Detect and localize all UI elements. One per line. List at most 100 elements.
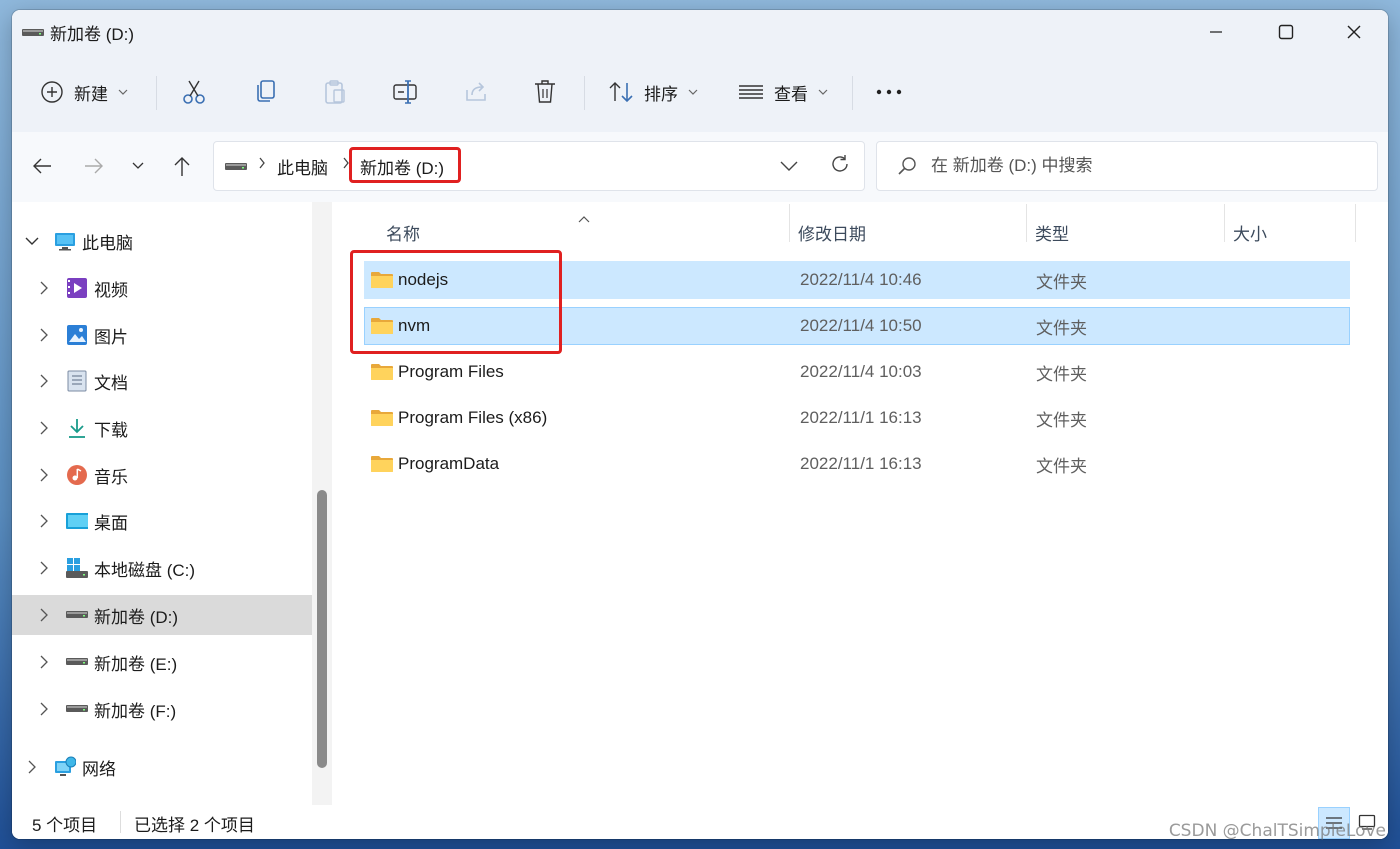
command-bar: 新建 排序 查看 <box>12 54 1388 133</box>
sort-icon <box>609 82 633 103</box>
sidebar-item-label: 音乐 <box>94 467 128 487</box>
minimize-icon <box>1210 31 1222 33</box>
chevron-right-icon[interactable] <box>24 759 40 775</box>
chevron-right-icon[interactable] <box>36 467 52 483</box>
address-history-icon[interactable] <box>780 158 798 176</box>
share-button[interactable] <box>464 66 488 118</box>
chevron-right-icon[interactable] <box>36 280 52 296</box>
column-header-name[interactable]: 名称 <box>386 212 420 252</box>
title-bar: 新加卷 (D:) <box>12 10 1388 54</box>
close-button[interactable] <box>1320 10 1388 54</box>
downloads-folder-icon <box>66 417 88 439</box>
toolbar-separator <box>584 76 585 110</box>
sidebar-item-drive-d[interactable]: 新加卷 (D:) <box>12 595 312 635</box>
sidebar-item-pictures[interactable]: 图片 <box>12 315 312 355</box>
folder-icon <box>370 270 394 294</box>
file-type: 文件夹 <box>1036 364 1087 384</box>
file-row[interactable]: Program Files 2022/11/4 10:03 文件夹 <box>364 353 1350 391</box>
chevron-right-icon[interactable] <box>36 513 52 529</box>
up-button[interactable] <box>164 148 200 184</box>
sidebar-item-drive-f[interactable]: 新加卷 (F:) <box>12 689 312 729</box>
column-divider[interactable] <box>789 204 790 242</box>
chevron-down-icon <box>688 89 698 95</box>
sidebar-item-videos[interactable]: 视频 <box>12 268 312 308</box>
share-icon <box>466 82 486 101</box>
view-icon <box>739 85 763 99</box>
pictures-folder-icon <box>66 324 88 346</box>
chevron-right-icon[interactable] <box>36 654 52 670</box>
paste-button[interactable] <box>323 66 347 118</box>
file-type: 文件夹 <box>1036 272 1087 292</box>
scrollbar-thumb[interactable] <box>317 490 327 768</box>
refresh-icon[interactable] <box>830 154 850 179</box>
sidebar-item-drive-e[interactable]: 新加卷 (E:) <box>12 642 312 682</box>
chevron-down-icon <box>118 89 128 95</box>
recent-locations-button[interactable] <box>120 148 156 184</box>
chevron-down-icon <box>818 89 828 95</box>
chevron-right-icon[interactable] <box>36 420 52 436</box>
file-row[interactable]: nvm 2022/11/4 10:50 文件夹 <box>364 307 1350 345</box>
sidebar-item-music[interactable]: 音乐 <box>12 455 312 495</box>
chevron-right-icon[interactable] <box>36 373 52 389</box>
sidebar-item-drive-c[interactable]: 本地磁盘 (C:) <box>12 548 312 588</box>
forward-button[interactable] <box>76 148 112 184</box>
sidebar-item-downloads[interactable]: 下载 <box>12 408 312 448</box>
column-header-size[interactable]: 大小 <box>1233 212 1267 252</box>
view-button[interactable]: 查看 <box>738 66 828 118</box>
more-options-button[interactable] <box>876 66 902 118</box>
breadcrumb-drive-d[interactable]: 新加卷 (D:) <box>360 154 444 179</box>
search-box[interactable] <box>876 141 1378 191</box>
file-row[interactable]: nodejs 2022/11/4 10:46 文件夹 <box>364 261 1350 299</box>
back-button[interactable] <box>24 148 60 184</box>
column-header-date[interactable]: 修改日期 <box>798 212 866 252</box>
sidebar-item-label: 图片 <box>94 327 128 347</box>
column-header-type[interactable]: 类型 <box>1035 212 1069 252</box>
search-icon <box>897 156 917 181</box>
address-bar[interactable]: 此电脑 新加卷 (D:) <box>213 141 865 191</box>
drive-icon <box>66 651 88 673</box>
maximize-button[interactable] <box>1252 10 1320 54</box>
sort-label: 排序 <box>644 84 678 104</box>
sidebar-item-label: 桌面 <box>94 513 128 533</box>
folder-icon <box>370 408 394 432</box>
chevron-down-icon <box>132 162 144 169</box>
folder-icon <box>370 316 394 340</box>
view-label: 查看 <box>774 84 808 104</box>
new-button[interactable]: 新建 <box>40 66 128 118</box>
navigation-pane-scrollbar[interactable] <box>312 202 332 805</box>
item-count: 5 个项目 <box>32 816 98 835</box>
chevron-right-icon[interactable] <box>36 607 52 623</box>
documents-folder-icon <box>66 370 88 392</box>
file-row[interactable]: Program Files (x86) 2022/11/1 16:13 文件夹 <box>364 399 1350 437</box>
breadcrumb-separator-icon <box>342 156 350 175</box>
drive-icon <box>22 23 44 43</box>
desktop-folder-icon <box>66 510 88 532</box>
navigation-bar: 此电脑 新加卷 (D:) <box>12 132 1388 202</box>
more-icon <box>876 89 902 95</box>
column-divider[interactable] <box>1026 204 1027 242</box>
chevron-right-icon[interactable] <box>36 701 52 717</box>
chevron-right-icon[interactable] <box>36 560 52 576</box>
minimize-button[interactable] <box>1182 10 1250 54</box>
copy-button[interactable] <box>254 66 278 118</box>
column-divider[interactable] <box>1224 204 1225 242</box>
sidebar-item-network[interactable]: 网络 <box>12 747 312 787</box>
rename-button[interactable] <box>392 66 418 118</box>
sidebar-item-desktop[interactable]: 桌面 <box>12 501 312 541</box>
drive-icon <box>225 160 247 178</box>
column-divider[interactable] <box>1355 204 1356 242</box>
explorer-window: 新加卷 (D:) 新建 排序 查看 此电脑 新加卷 (D:) 在 新加卷 (D:… <box>12 10 1388 839</box>
cut-button[interactable] <box>182 66 206 118</box>
selected-count: 已选择 2 个项目 <box>134 816 255 835</box>
chevron-down-icon[interactable] <box>24 233 40 249</box>
breadcrumb-this-pc[interactable]: 此电脑 <box>277 154 328 179</box>
sidebar-item-documents[interactable]: 文档 <box>12 361 312 401</box>
sort-button[interactable]: 排序 <box>608 66 698 118</box>
search-input[interactable] <box>929 152 1353 180</box>
trash-icon <box>535 80 555 103</box>
file-row[interactable]: ProgramData 2022/11/1 16:13 文件夹 <box>364 445 1350 483</box>
delete-button[interactable] <box>533 66 557 118</box>
network-icon <box>54 756 76 778</box>
sidebar-item-this-pc[interactable]: 此电脑 <box>12 221 312 261</box>
chevron-right-icon[interactable] <box>36 327 52 343</box>
